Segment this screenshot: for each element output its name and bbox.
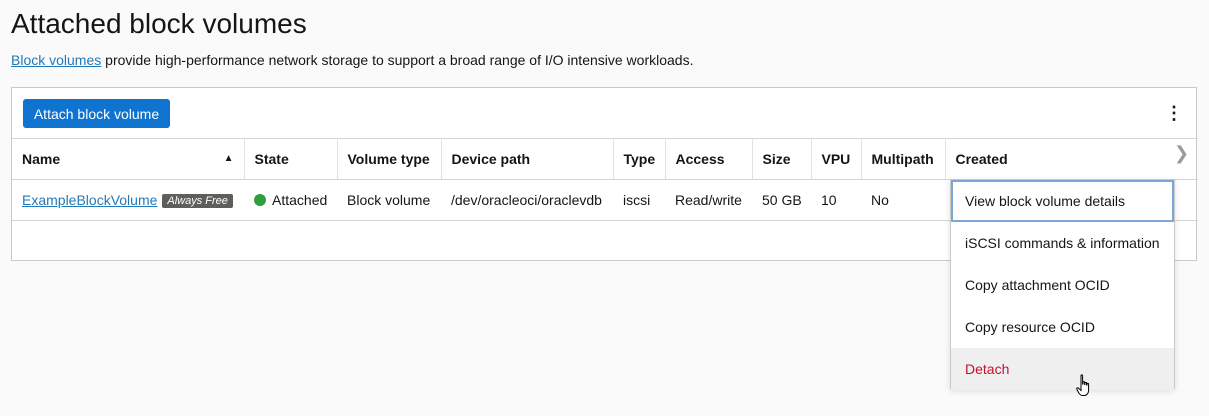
cell-vpu: 10 bbox=[811, 179, 861, 221]
page-title: Attached block volumes bbox=[11, 8, 307, 39]
volume-name-link[interactable]: ExampleBlockVolume bbox=[22, 192, 157, 208]
table-header-row: Name ▲ State Volume type Device path Typ… bbox=[12, 138, 1198, 180]
menu-item-view-details[interactable]: View block volume details bbox=[951, 180, 1174, 222]
page-description: Block volumes provide high-performance n… bbox=[11, 52, 693, 68]
menu-item-iscsi-commands[interactable]: iSCSI commands & information bbox=[951, 222, 1174, 264]
cell-access: Read/write bbox=[665, 179, 752, 221]
description-text: provide high-performance network storage… bbox=[101, 52, 694, 68]
cell-multipath: No bbox=[861, 179, 945, 221]
kebab-menu-icon[interactable]: ⋮ bbox=[1163, 93, 1185, 133]
cell-device-path: /dev/oracleoci/oraclevdb bbox=[441, 179, 613, 221]
column-header-state[interactable]: State bbox=[244, 138, 338, 180]
column-header-volume-type[interactable]: Volume type bbox=[337, 138, 442, 180]
attach-block-volume-button[interactable]: Attach block volume bbox=[23, 99, 170, 128]
cell-type: iscsi bbox=[613, 179, 665, 221]
column-header-multipath[interactable]: Multipath bbox=[861, 138, 946, 180]
column-header-size[interactable]: Size bbox=[752, 138, 812, 180]
always-free-badge: Always Free bbox=[162, 194, 233, 208]
cell-volume-type: Block volume bbox=[337, 179, 441, 221]
column-header-device-path[interactable]: Device path bbox=[441, 138, 614, 180]
menu-item-detach[interactable]: Detach bbox=[951, 348, 1174, 390]
block-volumes-link[interactable]: Block volumes bbox=[11, 52, 101, 68]
sort-ascending-icon[interactable]: ▲ bbox=[224, 153, 234, 164]
column-header-type[interactable]: Type bbox=[613, 138, 666, 180]
menu-item-copy-attachment-ocid[interactable]: Copy attachment OCID bbox=[951, 264, 1174, 306]
column-header-vpu[interactable]: VPU bbox=[811, 138, 862, 180]
cell-state: Attached bbox=[244, 179, 337, 221]
cell-name: ExampleBlockVolume Always Free bbox=[12, 179, 244, 221]
status-dot-icon bbox=[254, 194, 266, 206]
column-header-name[interactable]: Name ▲ bbox=[12, 138, 245, 180]
column-header-access[interactable]: Access bbox=[665, 138, 753, 180]
column-header-created[interactable]: Created bbox=[945, 138, 1198, 180]
row-actions-menu: View block volume details iSCSI commands… bbox=[950, 179, 1175, 390]
cell-size: 50 GB bbox=[752, 179, 811, 221]
menu-item-copy-resource-ocid[interactable]: Copy resource OCID bbox=[951, 306, 1174, 348]
chevron-right-icon[interactable]: ❯ bbox=[1174, 143, 1189, 164]
hand-pointer-icon bbox=[1076, 374, 1090, 396]
state-label: Attached bbox=[272, 192, 328, 208]
